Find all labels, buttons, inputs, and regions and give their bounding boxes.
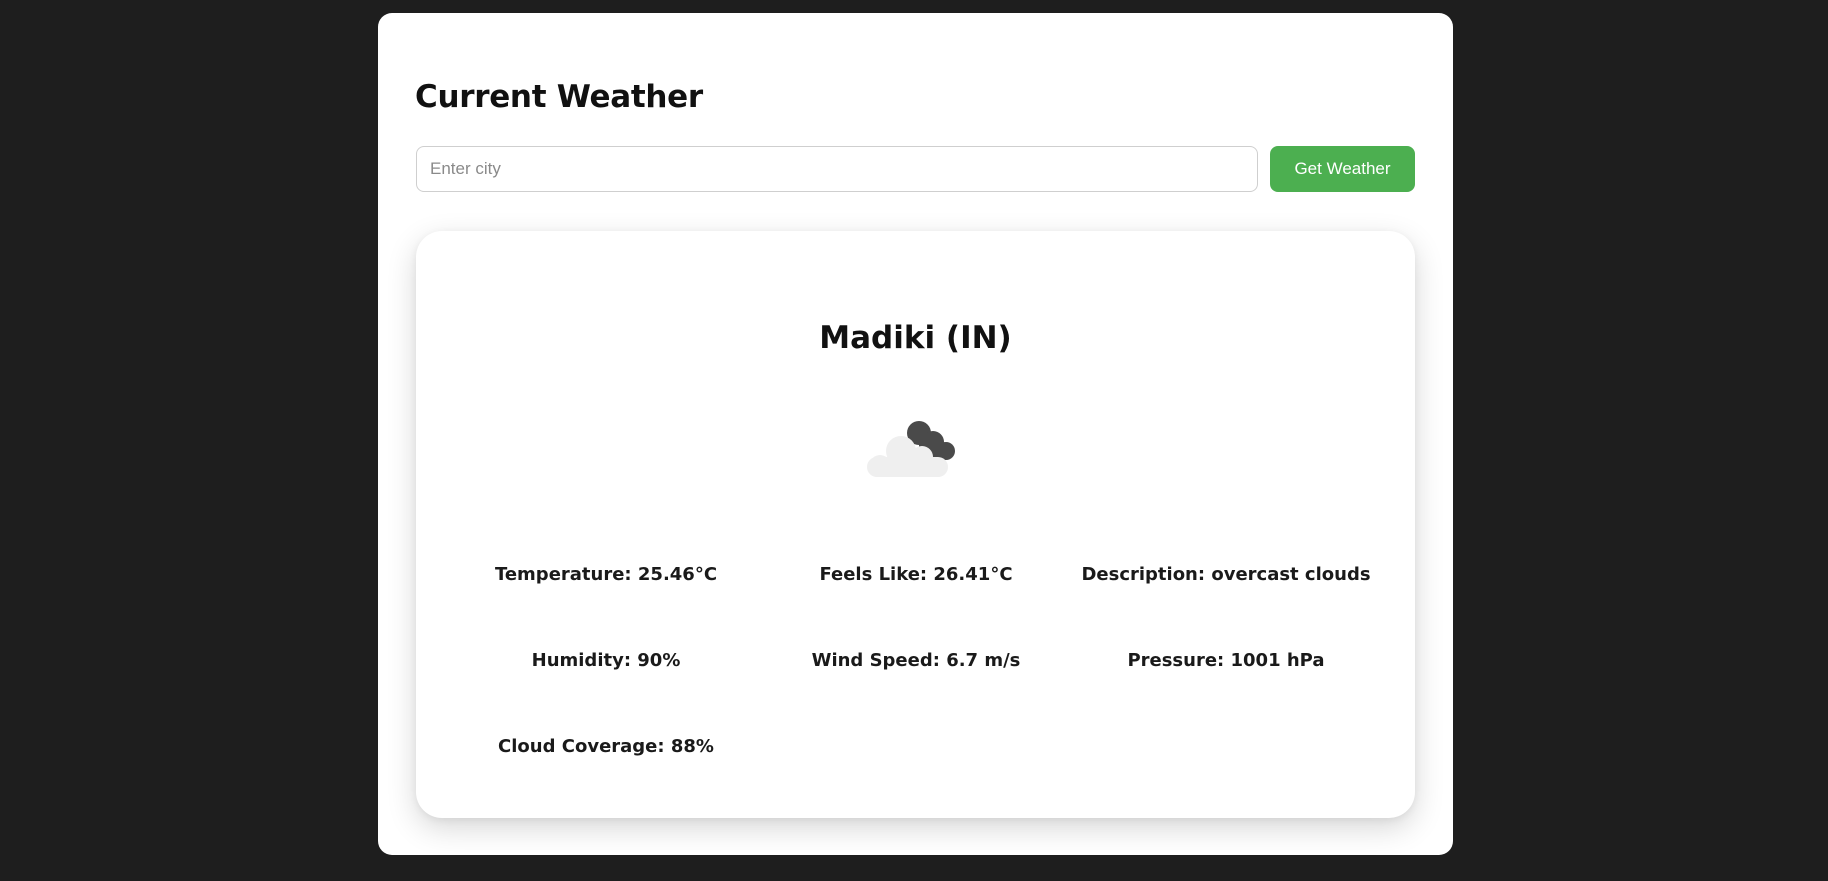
weather-app-panel: Current Weather Get Weather Madiki (IN) … [378, 13, 1453, 855]
city-search-input[interactable] [416, 146, 1258, 192]
get-weather-button[interactable]: Get Weather [1270, 146, 1415, 192]
pressure-value: Pressure: 1001 hPa [1127, 650, 1325, 671]
temperature-value: Temperature: 25.46°C [494, 564, 718, 585]
cloud-coverage-value: Cloud Coverage: 88% [498, 736, 714, 757]
overcast-clouds-icon [867, 421, 955, 477]
page-title: Current Weather [415, 79, 703, 115]
humidity-value: Humidity: 90% [531, 650, 681, 671]
description-value: Description: overcast clouds [1081, 564, 1371, 585]
feels-like-value: Feels Like: 26.41°C [819, 564, 1013, 585]
wind-speed-value: Wind Speed: 6.7 m/s [811, 650, 1021, 671]
city-name: Madiki (IN) [819, 320, 1012, 356]
weather-result-card: Madiki (IN) Temperature: 25.46°C Feels L… [416, 231, 1415, 818]
